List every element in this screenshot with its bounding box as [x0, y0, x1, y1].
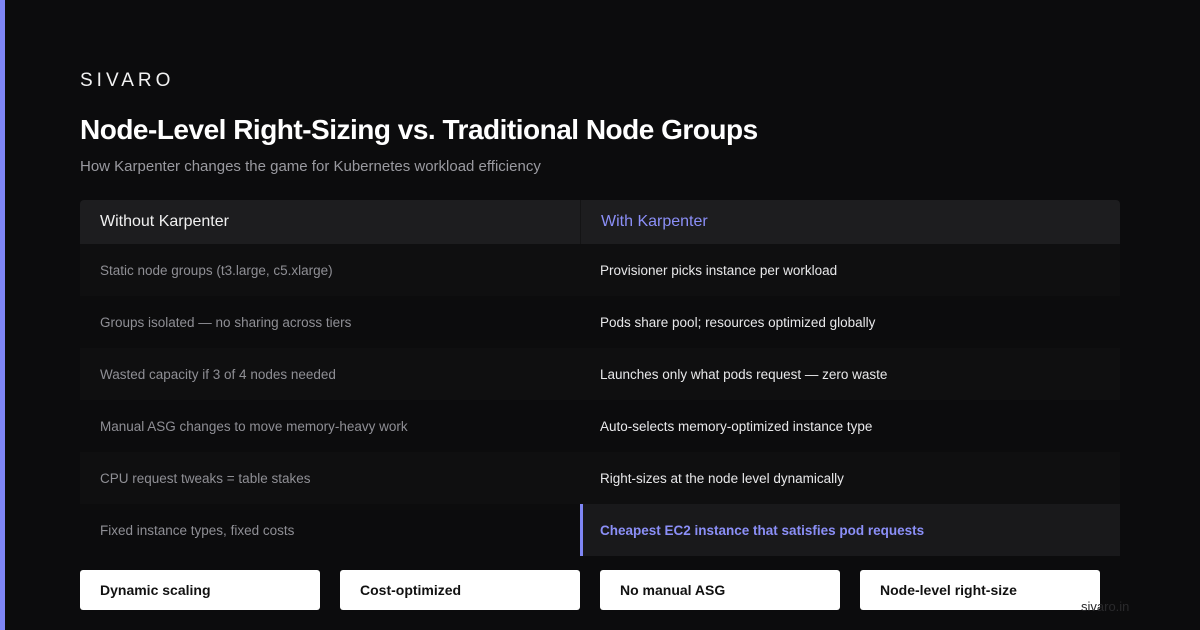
chip-no-manual-asg: No manual ASG: [600, 570, 840, 610]
table-row: CPU request tweaks = table stakes Right-…: [80, 452, 1120, 504]
cell-with: Right-sizes at the node level dynamicall…: [600, 470, 844, 486]
brand-logo: SIVARO: [80, 70, 175, 91]
table-row-highlighted: Fixed instance types, fixed costs Cheape…: [80, 504, 1120, 556]
feature-chips: Dynamic scaling Cost-optimized No manual…: [80, 570, 1100, 610]
page-subtitle: How Karpenter changes the game for Kuber…: [80, 158, 541, 175]
table-row: Groups isolated — no sharing across tier…: [80, 296, 1120, 348]
comparison-table: Without Karpenter With Karpenter Static …: [80, 200, 1120, 556]
cell-with: Pods share pool; resources optimized glo…: [600, 314, 876, 330]
accent-bar: [0, 0, 5, 630]
cell-without: Static node groups (t3.large, c5.xlarge): [100, 262, 333, 278]
chip-dynamic-scaling: Dynamic scaling: [80, 570, 320, 610]
header-with-karpenter: With Karpenter: [580, 200, 1120, 244]
cell-with-highlighted: Cheapest EC2 instance that satisfies pod…: [580, 504, 1120, 556]
cell-with: Provisioner picks instance per workload: [600, 262, 838, 278]
cell-without: Manual ASG changes to move memory-heavy …: [100, 418, 408, 434]
page-title: Node-Level Right-Sizing vs. Traditional …: [80, 114, 758, 145]
cell-with: Launches only what pods request — zero w…: [600, 366, 888, 382]
header-without-karpenter: Without Karpenter: [100, 213, 229, 230]
table-row: Manual ASG changes to move memory-heavy …: [80, 400, 1120, 452]
table-row: Wasted capacity if 3 of 4 nodes needed L…: [80, 348, 1120, 400]
cell-without: Wasted capacity if 3 of 4 nodes needed: [100, 366, 336, 382]
watermark: sivaro.in: [1081, 599, 1130, 614]
cell-without: Groups isolated — no sharing across tier…: [100, 314, 352, 330]
cell-with: Auto-selects memory-optimized instance t…: [600, 418, 873, 434]
chip-cost-optimized: Cost-optimized: [340, 570, 580, 610]
cell-without: Fixed instance types, fixed costs: [100, 522, 295, 538]
table-body: Static node groups (t3.large, c5.xlarge)…: [80, 244, 1120, 556]
table-row: Static node groups (t3.large, c5.xlarge)…: [80, 244, 1120, 296]
table-header: Without Karpenter With Karpenter: [80, 200, 1120, 244]
cell-without: CPU request tweaks = table stakes: [100, 470, 311, 486]
chip-node-level-right-size: Node-level right-size: [860, 570, 1100, 610]
